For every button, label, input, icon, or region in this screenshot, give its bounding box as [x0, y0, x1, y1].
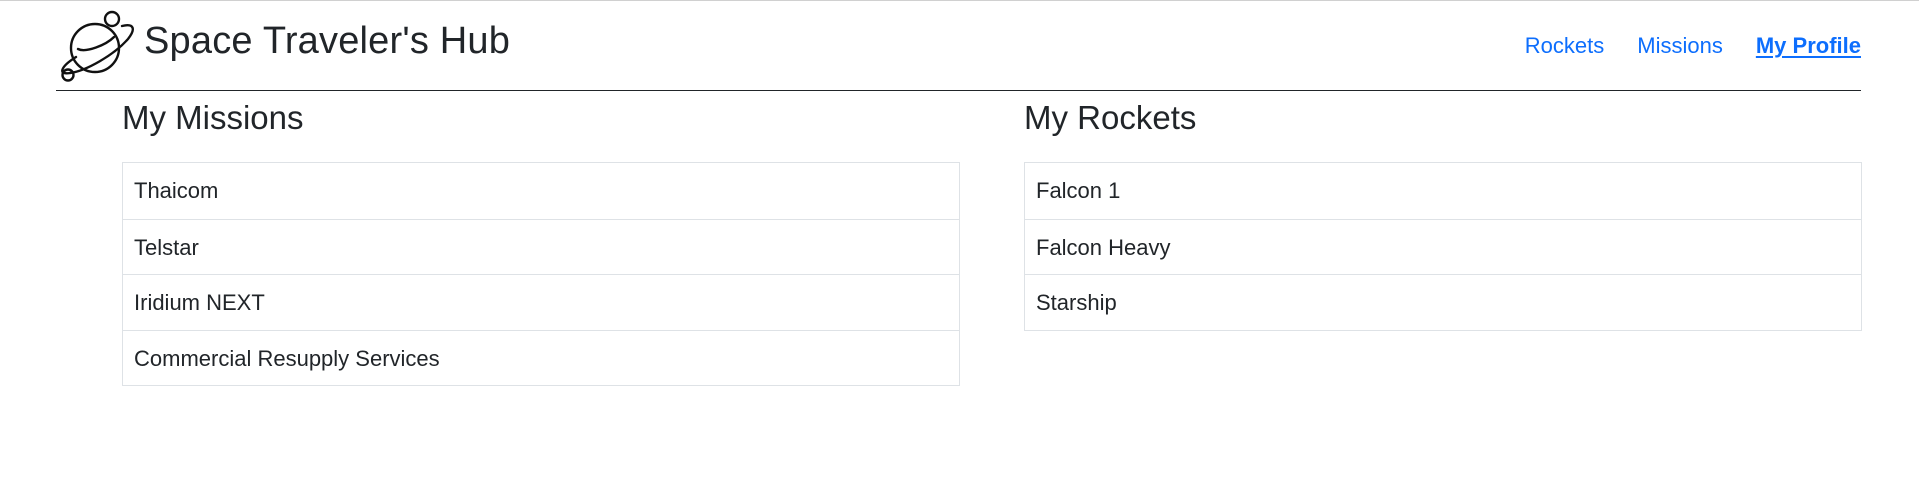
my-missions-section: My Missions Thaicom Telstar Iridium NEXT… [122, 98, 960, 386]
nav-link-rockets[interactable]: Rockets [1525, 33, 1604, 59]
my-missions-title: My Missions [122, 99, 304, 136]
mission-item: Commercial Resupply Services [123, 329, 959, 386]
site-header: Space Traveler's Hub Rockets Missions My… [56, 1, 1861, 91]
rocket-item: Starship [1025, 274, 1861, 330]
app-title: Space Traveler's Hub [144, 19, 511, 62]
mission-item: Iridium NEXT [123, 274, 959, 330]
nav-link-missions[interactable]: Missions [1637, 33, 1723, 59]
missions-list: Thaicom Telstar Iridium NEXT Commercial … [122, 162, 960, 386]
brand[interactable]: Space Traveler's Hub [56, 9, 510, 83]
mission-item: Telstar [123, 218, 959, 275]
rockets-list: Falcon 1 Falcon Heavy Starship [1024, 162, 1862, 331]
planet-icon [61, 10, 134, 82]
my-rockets-section: My Rockets Falcon 1 Falcon Heavy Starshi… [1024, 98, 1862, 331]
main-nav: Rockets Missions My Profile [1525, 33, 1861, 59]
rocket-item: Falcon Heavy [1025, 218, 1861, 275]
my-rockets-title: My Rockets [1024, 99, 1197, 136]
mission-item: Thaicom [134, 178, 219, 203]
nav-link-my-profile[interactable]: My Profile [1756, 33, 1861, 59]
rocket-item: Falcon 1 [1036, 178, 1121, 203]
